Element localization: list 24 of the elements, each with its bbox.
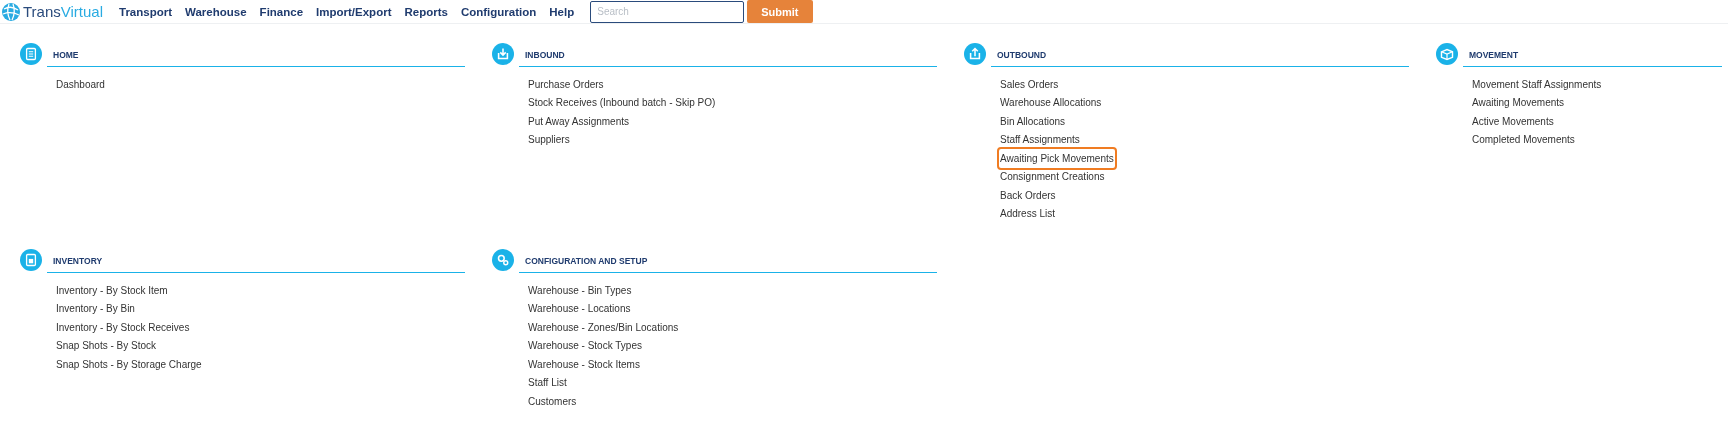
nav-link[interactable]: Warehouse bbox=[185, 5, 247, 18]
globe-icon bbox=[1, 1, 21, 22]
gears-icon bbox=[492, 249, 514, 271]
nav-link[interactable]: Finance bbox=[259, 5, 304, 18]
clipboard-icon bbox=[20, 249, 42, 271]
list-icon bbox=[20, 43, 42, 65]
nav-link[interactable]: Import/Export bbox=[316, 5, 392, 18]
search-field[interactable]: Search bbox=[590, 0, 745, 23]
nav-link[interactable]: Configuration bbox=[460, 5, 537, 18]
nav-link[interactable]: Transport bbox=[119, 5, 173, 18]
download-icon bbox=[492, 43, 514, 65]
section-heading: CONFIGURATION AND SETUP bbox=[519, 256, 937, 273]
section-heading: OUTBOUND bbox=[991, 50, 1409, 67]
brand-name: TransVirtual bbox=[23, 3, 104, 20]
upload-icon bbox=[964, 43, 986, 65]
menu-link[interactable]: Awaiting Pick Movements bbox=[997, 146, 1117, 170]
menu-link[interactable]: Dashboard bbox=[53, 72, 108, 96]
section-heading: HOME bbox=[47, 50, 465, 67]
box-icon bbox=[1436, 43, 1458, 65]
section-heading: MOVEMENT bbox=[1463, 50, 1722, 67]
section-heading: INBOUND bbox=[519, 50, 937, 67]
nav-link[interactable]: Reports bbox=[404, 5, 448, 18]
nav-link[interactable]: Help bbox=[549, 5, 575, 18]
section-heading: INVENTORY bbox=[47, 256, 465, 273]
